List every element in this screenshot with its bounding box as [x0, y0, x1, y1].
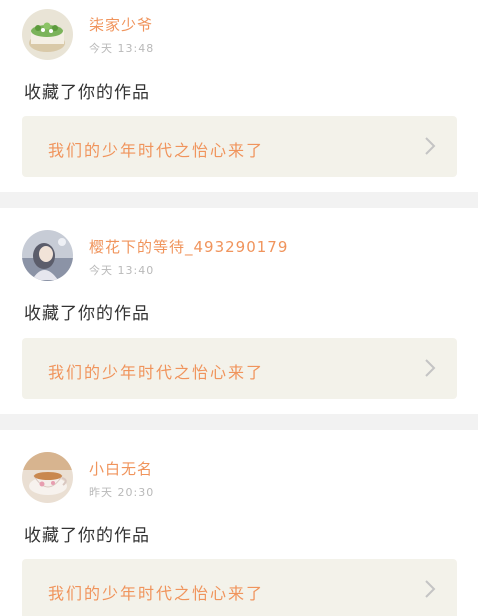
chevron-right-icon: [425, 137, 436, 155]
username[interactable]: 柒家少爷: [89, 14, 153, 35]
avatar[interactable]: [22, 230, 73, 281]
work-title: 我们的少年时代之怡心来了: [48, 141, 265, 160]
notification-card: 柒家少爷 今天 13:48 收藏了你的作品 我们的少年时代之怡心来了: [0, 0, 478, 192]
work-title: 我们的少年时代之怡心来了: [48, 363, 265, 382]
notification-card: 樱花下的等待_493290179 今天 13:40 收藏了你的作品 我们的少年时…: [0, 208, 478, 399]
work-title: 我们的少年时代之怡心来了: [48, 584, 265, 603]
cake-photo-icon: [22, 9, 73, 60]
action-text: 收藏了你的作品: [24, 304, 150, 324]
username[interactable]: 樱花下的等待_493290179: [89, 236, 288, 257]
separator: [0, 192, 478, 208]
username[interactable]: 小白无名: [89, 458, 153, 479]
work-link[interactable]: 我们的少年时代之怡心来了: [22, 338, 457, 399]
action-text: 收藏了你的作品: [24, 83, 150, 103]
chevron-right-icon: [425, 359, 436, 377]
work-link[interactable]: 我们的少年时代之怡心来了: [22, 559, 457, 616]
notification-card: 小白无名 昨天 20:30 收藏了你的作品 我们的少年时代之怡心来了: [0, 430, 478, 616]
teacup-photo-icon: [22, 452, 73, 503]
avatar[interactable]: [22, 452, 73, 503]
timestamp: 今天 13:40: [89, 264, 155, 277]
avatar[interactable]: [22, 9, 73, 60]
timestamp: 昨天 20:30: [89, 486, 155, 499]
timestamp: 今天 13:48: [89, 42, 155, 55]
notification-feed: 柒家少爷 今天 13:48 收藏了你的作品 我们的少年时代之怡心来了 樱花下的等…: [0, 0, 478, 616]
anime-girl-photo-icon: [22, 230, 73, 281]
action-text: 收藏了你的作品: [24, 526, 150, 546]
work-link[interactable]: 我们的少年时代之怡心来了: [22, 116, 457, 177]
separator: [0, 414, 478, 430]
chevron-right-icon: [425, 580, 436, 598]
